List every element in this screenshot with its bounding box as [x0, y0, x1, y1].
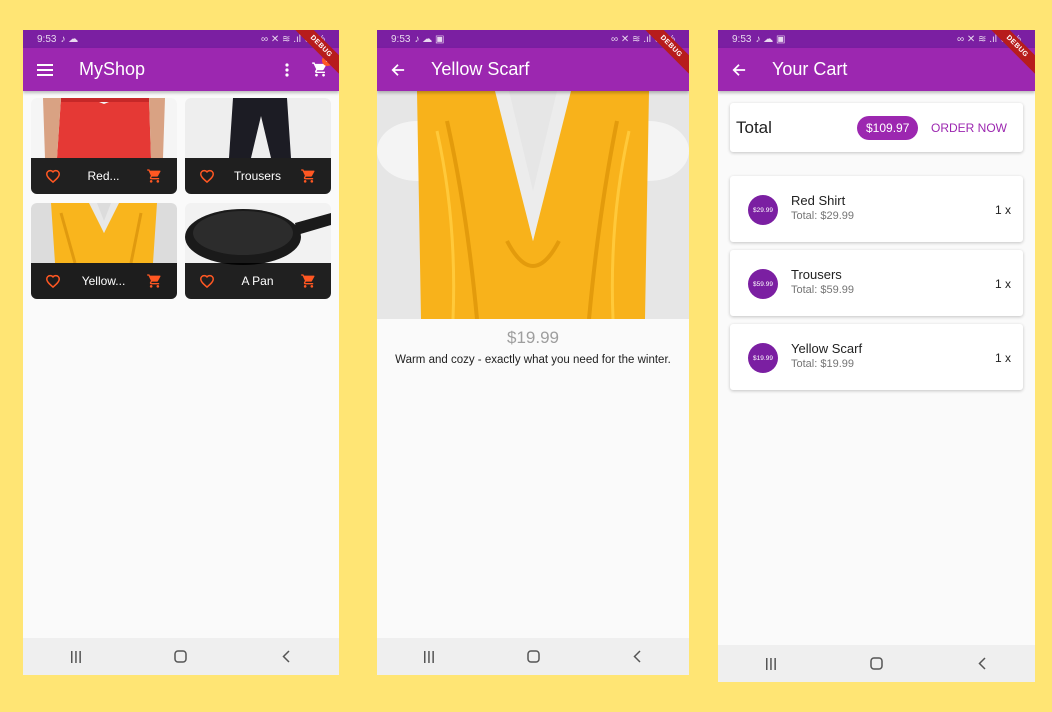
- status-time: 9:53: [37, 33, 57, 45]
- cart-item: $59.99 Trousers Total: $59.99 1 x: [730, 250, 1023, 316]
- signal-icons: ∞ ✕ ≋ .ıl: [956, 33, 997, 45]
- product-image: [377, 91, 689, 319]
- price-avatar: $59.99: [748, 269, 778, 299]
- product-description: Warm and cozy - exactly what you need fo…: [395, 354, 671, 366]
- system-nav-bar: [718, 645, 1035, 682]
- recents-button[interactable]: [414, 650, 444, 663]
- total-amount-chip: $109.97: [857, 116, 919, 140]
- tile-footer: Trousers: [185, 158, 331, 194]
- signal-icons: ∞ ✕ ≋ .ıl: [610, 33, 651, 45]
- status-bar: 9:53 ♪ ☁ ∞ ✕ ≋ .ıl 34%: [23, 30, 339, 48]
- product-detail-screen: 9:53 ♪ ☁ ▣ ∞ ✕ ≋ .ıl 34% Yellow Scarf DE…: [377, 30, 689, 675]
- heart-outline-icon[interactable]: [45, 169, 61, 184]
- cart-screen: 9:53 ♪ ☁ ▣ ∞ ✕ ≋ .ıl 34% Your Cart DEBUG…: [718, 30, 1035, 682]
- recents-button[interactable]: [756, 657, 786, 670]
- status-time: 9:53: [732, 33, 752, 45]
- item-quantity: 1 x: [994, 351, 1011, 365]
- item-quantity: 1 x: [994, 203, 1011, 217]
- back-arrow-icon[interactable]: [391, 63, 405, 77]
- add-to-cart-icon[interactable]: [146, 273, 163, 289]
- total-label: Total: [736, 118, 772, 137]
- product-tile[interactable]: A Pan: [185, 203, 331, 299]
- item-total: Total: $29.99: [791, 210, 854, 222]
- product-name: Yellow...: [81, 274, 126, 288]
- product-tile[interactable]: Red...: [31, 98, 177, 194]
- price-avatar: $19.99: [748, 343, 778, 373]
- shop-overview-screen: 9:53 ♪ ☁ ∞ ✕ ≋ .ıl 34% MyShop 3 DEBUG: [23, 30, 339, 675]
- app-bar: Your Cart: [718, 48, 1035, 91]
- item-quantity: 1 x: [994, 277, 1011, 291]
- item-total: Total: $19.99: [791, 358, 854, 370]
- heart-outline-icon[interactable]: [199, 169, 215, 184]
- app-bar: Yellow Scarf: [377, 48, 689, 91]
- status-time: 9:53: [391, 33, 411, 45]
- back-button[interactable]: [271, 650, 301, 663]
- notification-icon: ♪ ☁: [60, 33, 79, 45]
- system-nav-bar: [23, 638, 339, 675]
- heart-outline-icon[interactable]: [45, 274, 61, 289]
- price-avatar: $29.99: [748, 195, 778, 225]
- app-bar: MyShop 3: [23, 48, 339, 91]
- product-tile[interactable]: Yellow...: [31, 203, 177, 299]
- system-nav-bar: [377, 638, 689, 675]
- add-to-cart-icon[interactable]: [300, 273, 317, 289]
- status-bar: 9:53 ♪ ☁ ▣ ∞ ✕ ≋ .ıl 34%: [718, 30, 1035, 48]
- cart-item: $19.99 Yellow Scarf Total: $19.99 1 x: [730, 324, 1023, 390]
- status-bar: 9:53 ♪ ☁ ▣ ∞ ✕ ≋ .ıl 34%: [377, 30, 689, 48]
- page-title: MyShop: [79, 59, 146, 79]
- product-price: $19.99: [507, 328, 559, 347]
- back-button[interactable]: [622, 650, 652, 663]
- order-now-button[interactable]: ORDER NOW: [931, 121, 1007, 135]
- product-tile[interactable]: Trousers: [185, 98, 331, 194]
- page-title: Yellow Scarf: [431, 59, 530, 79]
- add-to-cart-icon[interactable]: [146, 168, 163, 184]
- menu-icon[interactable]: [37, 63, 53, 76]
- recents-button[interactable]: [61, 650, 91, 663]
- heart-outline-icon[interactable]: [199, 274, 215, 289]
- product-name: A Pan: [241, 274, 274, 288]
- home-button[interactable]: [166, 650, 196, 663]
- tile-footer: A Pan: [185, 263, 331, 299]
- notification-icon: ♪ ☁ ▣: [414, 33, 445, 45]
- product-name: Trousers: [234, 169, 281, 183]
- signal-icons: ∞ ✕ ≋ .ıl: [260, 33, 301, 45]
- item-total: Total: $59.99: [791, 284, 854, 296]
- item-name: Yellow Scarf: [791, 341, 863, 356]
- total-card: Total $109.97 ORDER NOW: [730, 103, 1023, 152]
- more-vert-icon[interactable]: [285, 62, 289, 77]
- item-name: Red Shirt: [791, 193, 846, 208]
- cart-item: $29.99 Red Shirt Total: $29.99 1 x: [730, 176, 1023, 242]
- notification-icon: ♪ ☁ ▣: [755, 33, 786, 45]
- back-arrow-icon[interactable]: [732, 63, 746, 77]
- page-title: Your Cart: [772, 59, 848, 79]
- home-button[interactable]: [518, 650, 548, 663]
- tile-footer: Yellow...: [31, 263, 177, 299]
- back-button[interactable]: [967, 657, 997, 670]
- tile-footer: Red...: [31, 158, 177, 194]
- home-button[interactable]: [861, 657, 891, 670]
- product-name: Red...: [87, 169, 120, 183]
- item-name: Trousers: [791, 267, 842, 282]
- add-to-cart-icon[interactable]: [300, 168, 317, 184]
- cart-button[interactable]: 3: [311, 55, 333, 78]
